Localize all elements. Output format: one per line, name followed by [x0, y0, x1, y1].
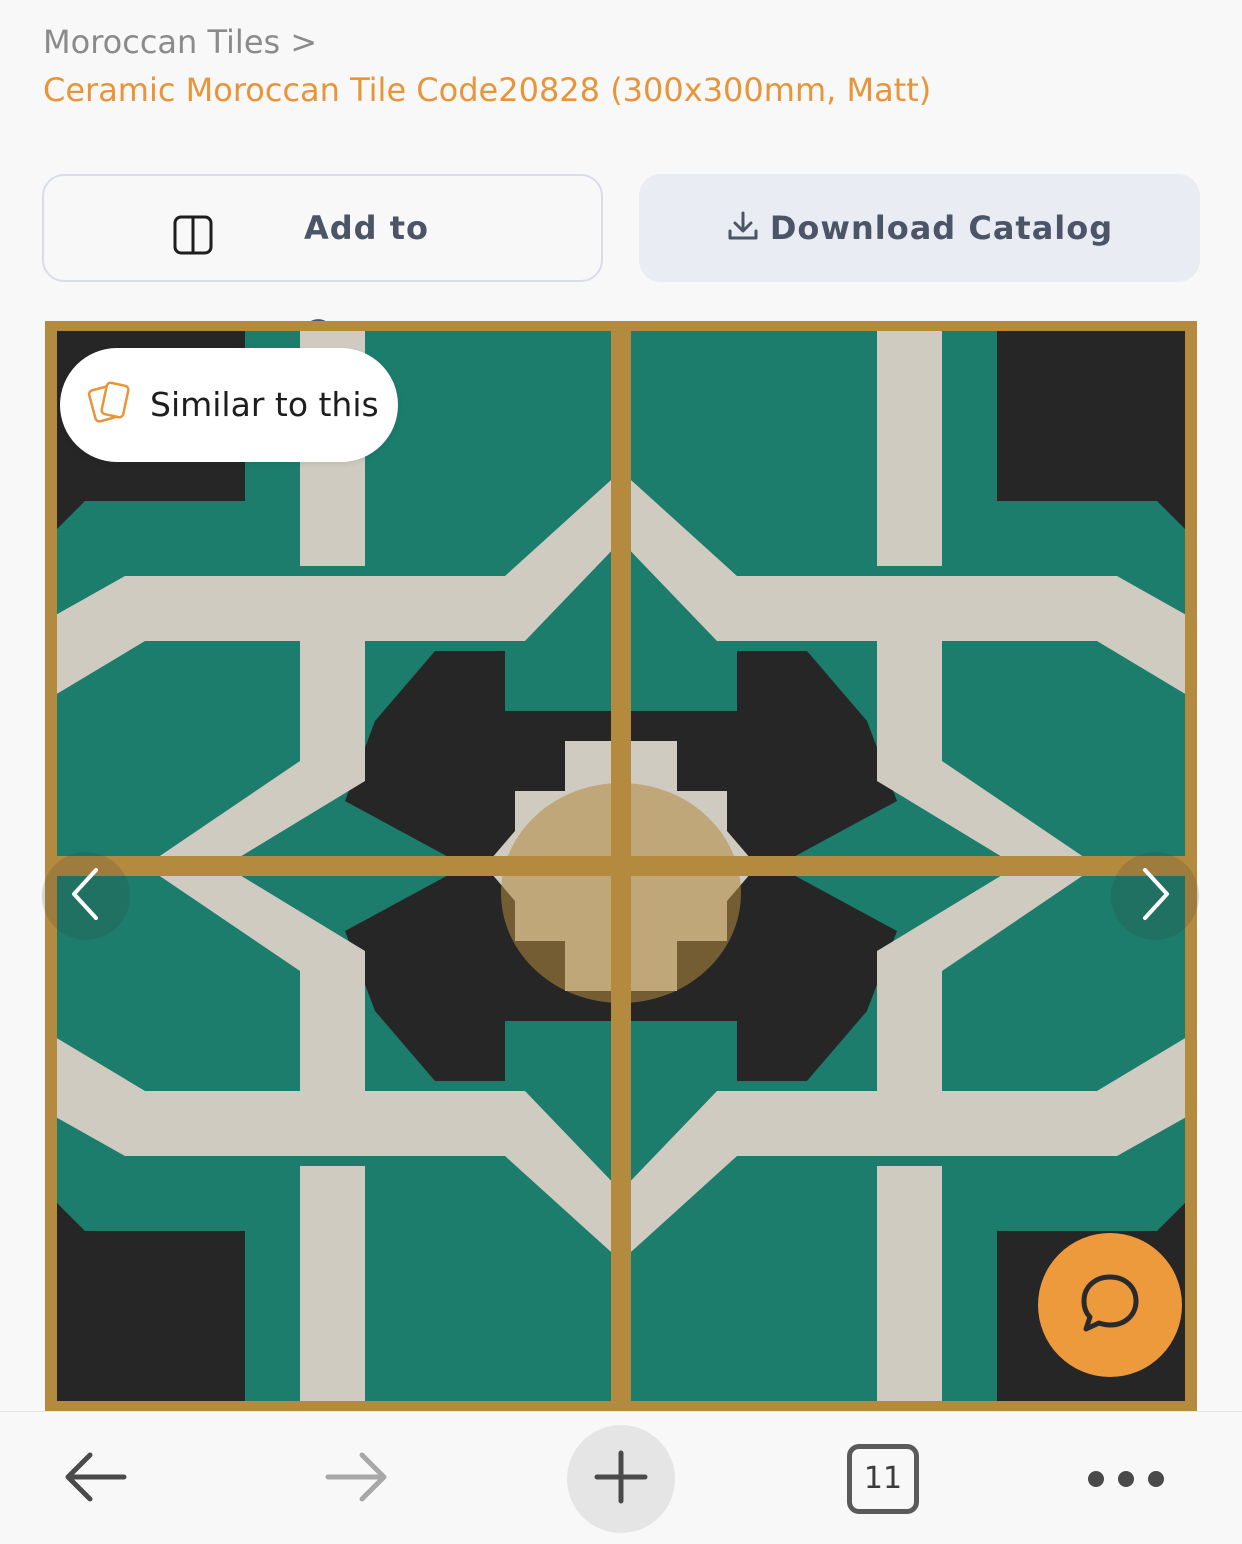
product-title: Ceramic Moroccan Tile Code20828 (300x300…: [43, 71, 932, 109]
tile-pattern-image: [45, 321, 1197, 1411]
breadcrumb[interactable]: Moroccan Tiles >: [43, 22, 317, 62]
tab-count: 11: [863, 1461, 903, 1496]
download-icon: [726, 209, 760, 247]
similar-to-this-label: Similar to this: [150, 385, 379, 424]
download-catalog-label: Download Catalog: [769, 209, 1114, 247]
browser-more-button[interactable]: [1086, 1412, 1166, 1544]
product-page: Moroccan Tiles > Ceramic Moroccan Tile C…: [0, 0, 1242, 1544]
chat-bubble-icon: [1078, 1271, 1142, 1339]
chevron-right-icon: [1135, 864, 1175, 928]
browser-back-button[interactable]: [50, 1412, 140, 1544]
browser-forward-button[interactable]: [312, 1412, 402, 1544]
download-catalog-button[interactable]: Download Catalog: [639, 174, 1200, 282]
gallery-next-button[interactable]: [1111, 852, 1199, 940]
similar-to-this-button[interactable]: Similar to this: [60, 348, 398, 462]
browser-tabs-button[interactable]: 11: [846, 1412, 920, 1544]
chat-button[interactable]: [1038, 1233, 1182, 1377]
compare-icon: [172, 214, 214, 260]
tabs-icon: 11: [847, 1443, 919, 1514]
cards-icon: [87, 378, 134, 432]
more-dots-icon: [1088, 1470, 1104, 1487]
add-to-compare-button[interactable]: Add to Compare: [42, 174, 603, 351]
forward-arrow-icon: [322, 1449, 392, 1509]
product-image[interactable]: [45, 321, 1197, 1411]
back-arrow-icon: [60, 1449, 130, 1509]
plus-icon: [593, 1449, 649, 1509]
browser-new-tab-button[interactable]: [567, 1412, 675, 1544]
chevron-left-icon: [66, 864, 106, 928]
gallery-prev-button[interactable]: [42, 852, 130, 940]
browser-toolbar: 11: [0, 1411, 1242, 1544]
